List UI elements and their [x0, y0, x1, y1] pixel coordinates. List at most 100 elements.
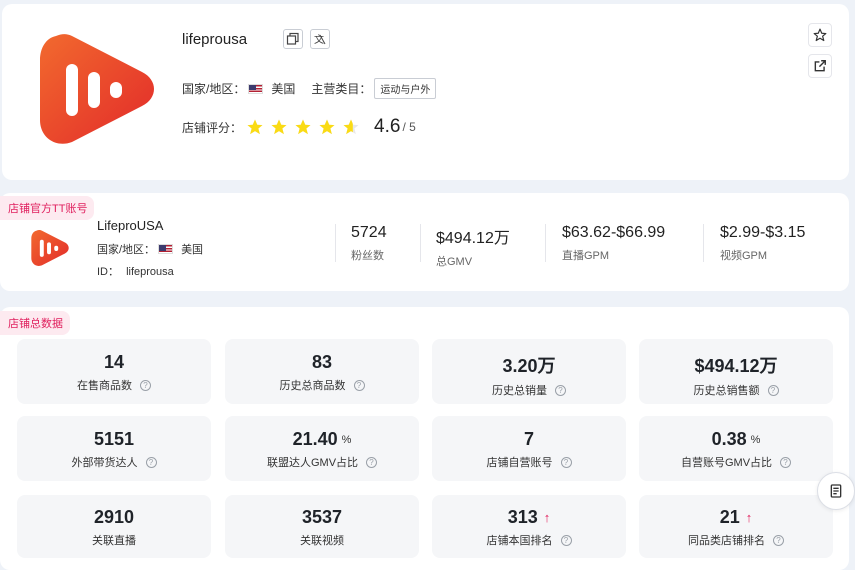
stat-label-row: 店铺自营账号?: [432, 454, 626, 470]
tt-region-value: 美国: [181, 244, 204, 256]
tt-region-label: 国家/地区：: [97, 244, 156, 256]
copy-icon[interactable]: [283, 29, 303, 49]
stat-card: 7 店铺自营账号?: [432, 416, 626, 481]
region-label: 国家/地区：: [182, 82, 246, 96]
stat-label-row: 关联直播: [17, 532, 211, 548]
tt-metric-gmv: $494.12万 总GMV: [436, 224, 510, 269]
trend-up-icon: ↑: [745, 510, 753, 525]
stat-value-row: 7: [432, 429, 626, 450]
help-icon[interactable]: ?: [555, 384, 566, 396]
tt-metric-live-gpm: $63.62-$66.99 直播GPM: [562, 224, 665, 263]
stat-value-row: 3537: [225, 507, 419, 528]
metric-value: $2.99-$3.15: [720, 224, 806, 241]
stat-value-row: $494.12万: [639, 352, 833, 378]
stat-value: 3537: [301, 507, 343, 527]
stat-label-row: 历史总销量?: [432, 382, 626, 398]
stat-card: $494.12万历史总销售额?: [639, 339, 833, 404]
stat-card: 5151 外部带货达人?: [17, 416, 211, 481]
stat-label: 历史总商品数: [279, 380, 346, 392]
rating-score: 4.6: [374, 116, 401, 137]
stat-value: 2910: [93, 507, 135, 527]
category-tag[interactable]: 运动与户外: [374, 78, 437, 99]
help-icon[interactable]: ?: [773, 534, 784, 546]
rating-max: / 5: [402, 120, 416, 134]
shop-name: lifeprousa: [182, 31, 248, 48]
document-icon[interactable]: [817, 472, 855, 510]
tt-metric-followers: 5724 粉丝数: [351, 224, 387, 263]
divider: [420, 224, 421, 262]
stat-label: 联盟达人GMV占比: [266, 457, 359, 469]
help-icon[interactable]: ?: [145, 456, 157, 468]
favorite-star-icon[interactable]: [808, 23, 832, 47]
translate-icon[interactable]: 文: [310, 29, 330, 49]
stat-value-row: 21.40%: [225, 429, 419, 450]
star-full-icon: [271, 119, 287, 135]
star-full-icon: [247, 119, 263, 135]
stat-label-row: 在售商品数?: [17, 377, 211, 393]
stat-value-row: 0.38%: [639, 429, 833, 450]
stat-label: 关联直播: [92, 535, 136, 547]
us-flag-icon: [158, 244, 174, 254]
tt-account-name[interactable]: LifeproUSA: [97, 218, 163, 233]
us-flag-icon: [248, 83, 264, 94]
stat-label-row: 自营账号GMV占比?: [639, 454, 833, 470]
stat-card: 313 ↑ 店铺本国排名?: [432, 495, 626, 558]
tt-id-label: ID：: [97, 266, 119, 278]
help-icon[interactable]: ?: [366, 456, 378, 468]
stat-card: 83 历史总商品数?: [225, 339, 419, 404]
help-icon[interactable]: ?: [780, 456, 792, 468]
help-icon[interactable]: ?: [767, 384, 779, 396]
stat-value-row: 2910: [17, 507, 211, 528]
stat-label-row: 历史总商品数?: [225, 377, 419, 393]
category-label: 主营类目：: [311, 82, 372, 96]
stat-label: 同品类店铺排名: [688, 535, 765, 547]
stat-label: 关联视频: [300, 535, 344, 547]
stat-label: 历史总销量: [492, 385, 547, 397]
rating-label: 店铺评分：: [182, 120, 243, 135]
metric-label: 总GMV: [436, 256, 473, 268]
tt-metric-video-gpm: $2.99-$3.15 视频GPM: [720, 224, 805, 263]
metric-value: $63.62-$66.99: [562, 224, 666, 241]
stat-card: 0.38% 自营账号GMV占比?: [639, 416, 833, 481]
stat-card: 3.20万历史总销量?: [432, 339, 626, 404]
stat-unit: %: [750, 433, 761, 446]
stat-value: 313: [507, 507, 538, 527]
stat-value: $494.12万: [694, 356, 778, 376]
help-icon[interactable]: ?: [140, 379, 151, 391]
tt-avatar-logo: [31, 230, 69, 266]
stat-unit: %: [341, 433, 352, 446]
star-half-icon: [343, 119, 359, 135]
star-full-icon: [319, 119, 335, 135]
stat-value: 83: [311, 352, 333, 372]
metric-value: 5724: [351, 224, 387, 241]
tt-id-value: lifeprousa: [126, 266, 174, 278]
stat-value-row: 5151: [17, 429, 211, 450]
metric-label: 直播GPM: [562, 250, 610, 262]
stat-label: 店铺自营账号: [486, 457, 553, 469]
stat-label-row: 历史总销售额?: [639, 382, 833, 398]
help-icon[interactable]: ?: [560, 456, 572, 468]
stat-value-row: 3.20万: [432, 352, 626, 378]
stat-card: 3537 关联视频: [225, 495, 419, 558]
stat-label-row: 同品类店铺排名?: [639, 532, 833, 548]
external-link-icon[interactable]: [808, 54, 832, 78]
help-icon[interactable]: ?: [560, 534, 572, 546]
divider: [545, 224, 546, 262]
trend-up-icon: ↑: [543, 510, 551, 525]
tt-section-tag: 店铺官方TT账号: [0, 196, 95, 220]
stat-card: 14 在售商品数?: [17, 339, 211, 404]
help-icon[interactable]: ?: [353, 379, 365, 391]
stat-value-row: 14: [17, 352, 211, 373]
stat-value: 21: [719, 507, 740, 527]
stats-section-tag: 店铺总数据: [0, 311, 70, 335]
stat-card: 2910 关联直播: [17, 495, 211, 558]
rating-stars: [246, 118, 366, 136]
stat-label-row: 外部带货达人?: [17, 454, 211, 470]
star-full-icon: [295, 119, 311, 135]
stat-card: 21.40% 联盟达人GMV占比?: [225, 416, 419, 481]
store-rating-row: 店铺评分： 4.6 / 5: [182, 116, 416, 138]
stat-value: 3.20万: [502, 356, 556, 376]
store-region-row: 国家/地区： 美国 主营类目： 运动与户外: [182, 78, 437, 99]
stat-label-row: 联盟达人GMV占比?: [225, 454, 419, 470]
stat-value: 21.40: [292, 429, 338, 449]
